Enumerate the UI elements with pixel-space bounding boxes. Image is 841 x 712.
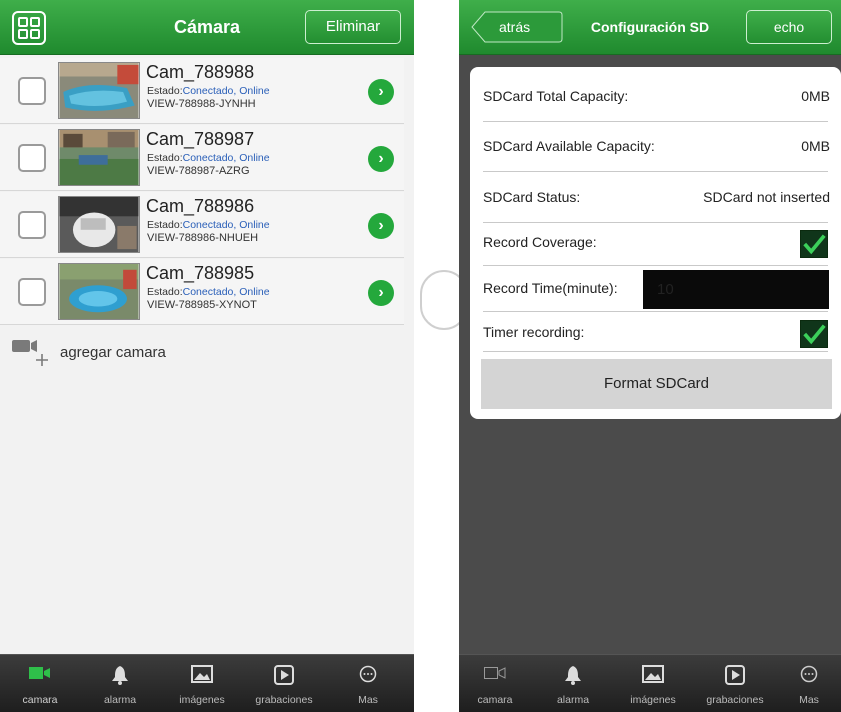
tab-camara[interactable]: camara	[0, 655, 80, 712]
total-capacity-label: SDCard Total Capacity:	[483, 88, 629, 104]
tab-label: imágenes	[630, 694, 676, 706]
camera-row[interactable]: Cam_788987 Estado:Conectado, Online VIEW…	[0, 125, 404, 191]
camera-list-screen: Cámara Eliminar Cam_788988 Estado:Conect…	[0, 0, 414, 712]
record-time-label: Record Time(minute):	[483, 280, 618, 296]
camera-status: Estado:Conectado, Online	[147, 85, 270, 97]
record-time-row: Record Time(minute): 10	[483, 266, 829, 312]
sd-status-row: SDCard Status: SDCard not inserted	[483, 173, 830, 223]
more-icon	[800, 665, 818, 683]
add-camera-button[interactable]: agregar camara	[12, 338, 166, 368]
tab-label: alarma	[556, 694, 590, 706]
tab-label: grabaciones	[255, 694, 313, 706]
tab-label: camara	[22, 694, 58, 706]
tab-grabaciones[interactable]: grabaciones	[244, 655, 324, 712]
camera-select-checkbox[interactable]	[18, 278, 46, 306]
tab-alarma[interactable]: alarma	[533, 655, 613, 712]
add-camera-icon	[12, 340, 48, 366]
timer-recording-row: Timer recording:	[483, 312, 828, 352]
pool-camera-thumbnail	[58, 62, 140, 119]
chevron-right-icon[interactable]: ›	[368, 213, 394, 239]
play-icon	[725, 665, 745, 685]
tab-label: Mas	[358, 694, 378, 706]
tab-label: alarma	[103, 694, 137, 706]
camera-row[interactable]: Cam_788988 Estado:Conectado, Online VIEW…	[0, 58, 404, 124]
tab-alarma[interactable]: alarma	[80, 655, 160, 712]
sd-settings-card: SDCard Total Capacity: 0MB SDCard Availa…	[470, 67, 841, 419]
tab-mas[interactable]: Mas	[777, 655, 841, 712]
camera-icon	[484, 667, 506, 679]
camera-select-checkbox[interactable]	[18, 77, 46, 105]
camera-name: Cam_788985	[146, 263, 255, 283]
record-coverage-row: Record Coverage:	[483, 220, 828, 266]
camera-id: VIEW-788985-XYNOT	[147, 299, 257, 311]
camera-name: Cam_788988	[146, 62, 255, 82]
sd-status-label: SDCard Status:	[483, 189, 581, 205]
camera-row[interactable]: Cam_788986 Estado:Conectado, Online VIEW…	[0, 192, 404, 258]
street-camera-thumbnail	[58, 129, 140, 186]
done-button[interactable]: echo	[746, 10, 832, 44]
camera-icon	[29, 667, 50, 679]
status-value: Conectado, Online	[182, 286, 270, 298]
record-time-input[interactable]: 10	[643, 270, 829, 309]
app-header: atrás Configuración SD echo	[459, 0, 841, 55]
record-coverage-checkbox[interactable]	[800, 230, 828, 258]
tab-label: imágenes	[179, 694, 225, 706]
status-value: Conectado, Online	[182, 85, 270, 97]
camera-select-checkbox[interactable]	[18, 144, 46, 172]
tab-imagenes[interactable]: imágenes	[162, 655, 242, 712]
tab-label: Mas	[799, 694, 819, 706]
more-icon	[359, 665, 377, 683]
camera-select-checkbox[interactable]	[18, 211, 46, 239]
chevron-right-icon[interactable]: ›	[368, 146, 394, 172]
bell-icon	[565, 666, 581, 685]
play-icon	[274, 665, 294, 685]
timer-recording-checkbox[interactable]	[800, 320, 828, 348]
timer-recording-label: Timer recording:	[483, 324, 585, 340]
available-capacity-value: 0MB	[801, 138, 830, 154]
tab-label: camara	[477, 694, 513, 706]
camera-status: Estado:Conectado, Online	[147, 152, 270, 164]
camera-id: VIEW-788986-NHUEH	[147, 232, 259, 244]
image-icon	[642, 665, 664, 683]
bell-icon	[112, 666, 128, 685]
camera-row[interactable]: Cam_788985 Estado:Conectado, Online VIEW…	[0, 259, 404, 325]
status-value: Conectado, Online	[182, 219, 270, 231]
camera-status: Estado:Conectado, Online	[147, 219, 270, 231]
chevron-right-icon[interactable]: ›	[368, 79, 394, 105]
total-capacity-value: 0MB	[801, 88, 830, 104]
status-prefix: Estado:	[147, 85, 183, 97]
camera-id: VIEW-788988-JYNHH	[147, 98, 256, 110]
tab-camara[interactable]: camara	[459, 655, 535, 712]
bottom-tab-bar: camara alarma imágenes grabaciones Mas	[0, 654, 414, 712]
bottom-tab-bar: camara alarma imágenes grabaciones Mas	[459, 654, 841, 712]
indoor-camera-thumbnail	[58, 196, 140, 253]
available-capacity-row: SDCard Available Capacity: 0MB	[483, 122, 830, 172]
delete-button[interactable]: Eliminar	[305, 10, 401, 44]
camera-name: Cam_788987	[146, 129, 255, 149]
status-prefix: Estado:	[147, 286, 183, 298]
tab-imagenes[interactable]: imágenes	[613, 655, 693, 712]
tab-mas[interactable]: Mas	[328, 655, 408, 712]
status-prefix: Estado:	[147, 219, 183, 231]
camera-status: Estado:Conectado, Online	[147, 286, 270, 298]
add-camera-label: agregar camara	[60, 344, 166, 361]
status-value: Conectado, Online	[182, 152, 270, 164]
available-capacity-label: SDCard Available Capacity:	[483, 138, 655, 154]
pool-camera-thumbnail	[58, 263, 140, 320]
tab-grabaciones[interactable]: grabaciones	[695, 655, 775, 712]
image-icon	[191, 665, 213, 683]
chevron-right-icon[interactable]: ›	[368, 280, 394, 306]
camera-id: VIEW-788987-AZRG	[147, 165, 250, 177]
sd-settings-screen: atrás Configuración SD echo SDCard Total…	[459, 0, 841, 712]
sd-status-value: SDCard not inserted	[703, 189, 830, 205]
format-sdcard-button[interactable]: Format SDCard	[481, 359, 832, 409]
status-prefix: Estado:	[147, 152, 183, 164]
camera-name: Cam_788986	[146, 196, 255, 216]
app-header: Cámara Eliminar	[0, 0, 414, 55]
record-coverage-label: Record Coverage:	[483, 234, 597, 250]
tab-label: grabaciones	[706, 694, 764, 706]
total-capacity-row: SDCard Total Capacity: 0MB	[483, 72, 830, 122]
